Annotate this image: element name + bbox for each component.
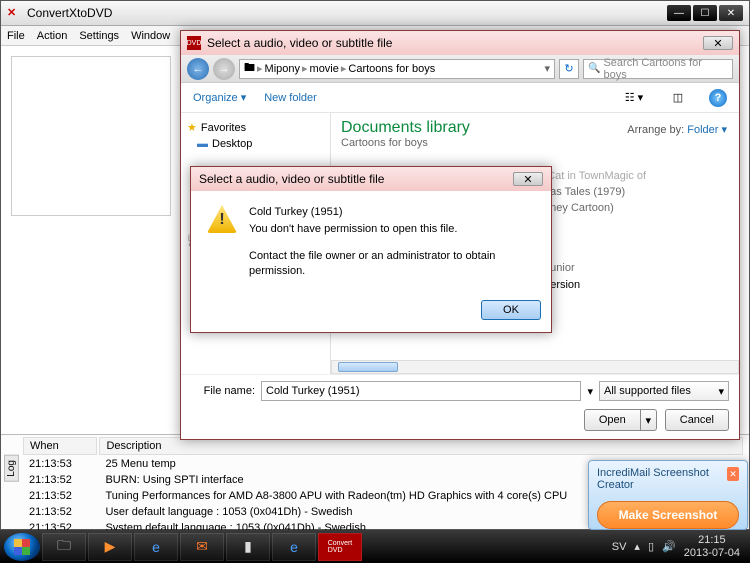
breadcrumb[interactable]: 🖿 ▸ Mipony ▸ movie ▸ Cartoons for boys ▾	[239, 59, 555, 79]
error-dialog: Select a audio, video or subtitle file ✕…	[190, 166, 552, 333]
horizontal-scrollbar[interactable]	[331, 360, 739, 374]
search-input[interactable]: Search Cartoons for boys	[583, 59, 733, 79]
error-dialog-titlebar[interactable]: Select a audio, video or subtitle file ✕	[191, 167, 551, 191]
breadcrumb-item[interactable]: Mipony	[265, 63, 300, 75]
preview-pane-button[interactable]: ◫	[665, 88, 691, 108]
filename-dropdown-button[interactable]: ▾	[587, 385, 593, 398]
taskbar-item-phone[interactable]: ▮	[226, 533, 270, 561]
sidebar-item-desktop[interactable]: ▬Desktop	[181, 136, 330, 152]
menu-file[interactable]: File	[7, 30, 25, 42]
menu-action[interactable]: Action	[37, 30, 68, 42]
ok-button[interactable]: OK	[481, 300, 541, 320]
error-dialog-title: Select a audio, video or subtitle file	[199, 172, 513, 186]
app-icon: ✕	[7, 6, 21, 20]
file-dialog-titlebar[interactable]: DVD Select a audio, video or subtitle fi…	[181, 31, 739, 55]
nav-back-button[interactable]: ←	[187, 58, 209, 80]
error-body: Cold Turkey (1951) You don't have permis…	[191, 191, 551, 292]
file-dialog-close-button[interactable]: ✕	[703, 36, 733, 50]
new-folder-button[interactable]: New folder	[264, 92, 317, 104]
star-icon: ★	[187, 121, 197, 134]
app-title: ConvertXtoDVD	[27, 6, 667, 20]
screenshot-popup-close-button[interactable]: ✕	[727, 467, 739, 481]
warning-icon	[207, 205, 237, 233]
start-button[interactable]	[4, 533, 40, 561]
chevron-down-icon[interactable]: ▾	[544, 62, 550, 75]
main-titlebar[interactable]: ✕ ConvertXtoDVD — ☐ ✕	[1, 1, 749, 26]
help-icon[interactable]: ?	[709, 89, 727, 107]
tray-up-icon[interactable]: ▴	[634, 540, 640, 553]
view-options-button[interactable]: ☷ ▾	[621, 88, 647, 108]
chevron-down-icon: ▾	[718, 385, 724, 398]
open-split-button: Open ▾	[584, 409, 657, 431]
taskbar-item-media[interactable]: ▶	[88, 533, 132, 561]
taskbar-item-mail[interactable]: ✉	[180, 533, 224, 561]
library-subtitle: Cartoons for boys	[341, 137, 470, 149]
nav-forward-button[interactable]: →	[213, 58, 235, 80]
menu-window[interactable]: Window	[131, 30, 170, 42]
preview-pane	[11, 56, 171, 216]
close-button[interactable]: ✕	[719, 5, 743, 21]
filetype-filter[interactable]: All supported files▾	[599, 381, 729, 401]
taskbar: 🗀 ▶ e ✉ ▮ e ConvertDVD SV ▴ ▯ 🔊 21:15 20…	[0, 530, 750, 563]
minimize-button[interactable]: —	[667, 5, 691, 21]
screenshot-popup-title: IncrediMail Screenshot Creator	[597, 467, 727, 491]
taskbar-item-ie[interactable]: e	[134, 533, 178, 561]
maximize-button[interactable]: ☐	[693, 5, 717, 21]
cancel-button[interactable]: Cancel	[665, 409, 729, 431]
log-col-when[interactable]: When	[23, 437, 97, 455]
desktop-icon: ▬	[197, 138, 208, 150]
window-controls: — ☐ ✕	[667, 5, 743, 21]
file-dialog-title: Select a audio, video or subtitle file	[207, 36, 703, 50]
open-button[interactable]: Open	[584, 409, 641, 431]
filename-label: File name:	[191, 385, 255, 397]
file-dialog-nav: ← → 🖿 ▸ Mipony ▸ movie ▸ Cartoons for bo…	[181, 55, 739, 83]
taskbar-item-explorer[interactable]: 🗀	[42, 533, 86, 561]
taskbar-item-ie2[interactable]: e	[272, 533, 316, 561]
library-title: Documents library	[341, 119, 470, 137]
refresh-button[interactable]: ↻	[559, 59, 579, 79]
filename-input[interactable]	[261, 381, 581, 401]
taskbar-item-convertx[interactable]: ConvertDVD	[318, 533, 362, 561]
organize-button[interactable]: Organize ▾	[193, 91, 246, 104]
file-dialog-bottom: File name: ▾ All supported files▾ Open ▾…	[181, 374, 739, 439]
tray-flag-icon[interactable]: ▯	[648, 540, 654, 553]
arrange-by: Arrange by: Folder ▾	[627, 123, 727, 136]
file-dialog-toolbar: Organize ▾ New folder ☷ ▾ ◫ ?	[181, 83, 739, 113]
folder-icon: 🖿	[244, 59, 255, 78]
error-text: Cold Turkey (1951) You don't have permis…	[249, 205, 535, 278]
screenshot-popup: IncrediMail Screenshot Creator ✕ Make Sc…	[588, 460, 748, 530]
log-tab[interactable]: Log	[4, 455, 19, 482]
arrange-by-button[interactable]: Folder ▾	[687, 124, 727, 136]
clock[interactable]: 21:15 2013-07-04	[684, 534, 740, 558]
error-dialog-close-button[interactable]: ✕	[513, 172, 543, 186]
app-dvd-icon: DVD	[187, 36, 201, 50]
make-screenshot-button[interactable]: Make Screenshot	[597, 501, 739, 529]
language-indicator[interactable]: SV	[612, 541, 627, 553]
tray-volume-icon[interactable]: 🔊	[662, 540, 676, 553]
sidebar-item-favorites[interactable]: ★Favorites	[181, 119, 330, 136]
menu-settings[interactable]: Settings	[79, 30, 119, 42]
breadcrumb-item[interactable]: Cartoons for boys	[348, 63, 435, 75]
breadcrumb-item[interactable]: movie	[310, 63, 339, 75]
system-tray: SV ▴ ▯ 🔊 21:15 2013-07-04	[612, 534, 746, 558]
open-dropdown-button[interactable]: ▾	[641, 409, 657, 431]
